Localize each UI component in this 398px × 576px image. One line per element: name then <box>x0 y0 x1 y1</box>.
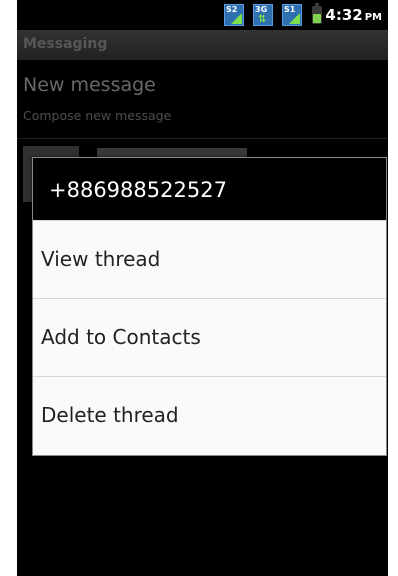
status-clock: 4:32 PM <box>325 6 382 24</box>
context-menu-dialog: +886988522527 View thread Add to Contact… <box>32 157 387 456</box>
menu-item-label: Add to Contacts <box>41 325 201 349</box>
network-tag: 3G <box>255 5 268 14</box>
phone-screen: S2 3G ⇅ S1 4:32 PM Messaging New message … <box>17 0 388 576</box>
menu-item-label: View thread <box>41 247 161 271</box>
menu-item-label: Delete thread <box>41 403 179 427</box>
battery-icon <box>312 3 322 24</box>
sim-tag: S2 <box>226 5 238 14</box>
menu-item-delete-thread[interactable]: Delete thread <box>33 376 386 454</box>
sim-signal-icon: S1 <box>282 4 302 26</box>
menu-item-view-thread[interactable]: View thread <box>33 220 386 298</box>
status-bar: S2 3G ⇅ S1 4:32 PM <box>17 0 388 30</box>
sim-tag: S1 <box>284 5 296 14</box>
data-network-icon: 3G ⇅ <box>253 4 273 26</box>
sim-signal-icon: S2 <box>224 4 244 26</box>
dialog-title: +886988522527 <box>49 178 227 202</box>
clock-ampm: PM <box>364 12 382 23</box>
dialog-title-bar: +886988522527 <box>33 158 386 220</box>
menu-item-add-to-contacts[interactable]: Add to Contacts <box>33 298 386 376</box>
clock-time: 4:32 <box>325 6 363 24</box>
